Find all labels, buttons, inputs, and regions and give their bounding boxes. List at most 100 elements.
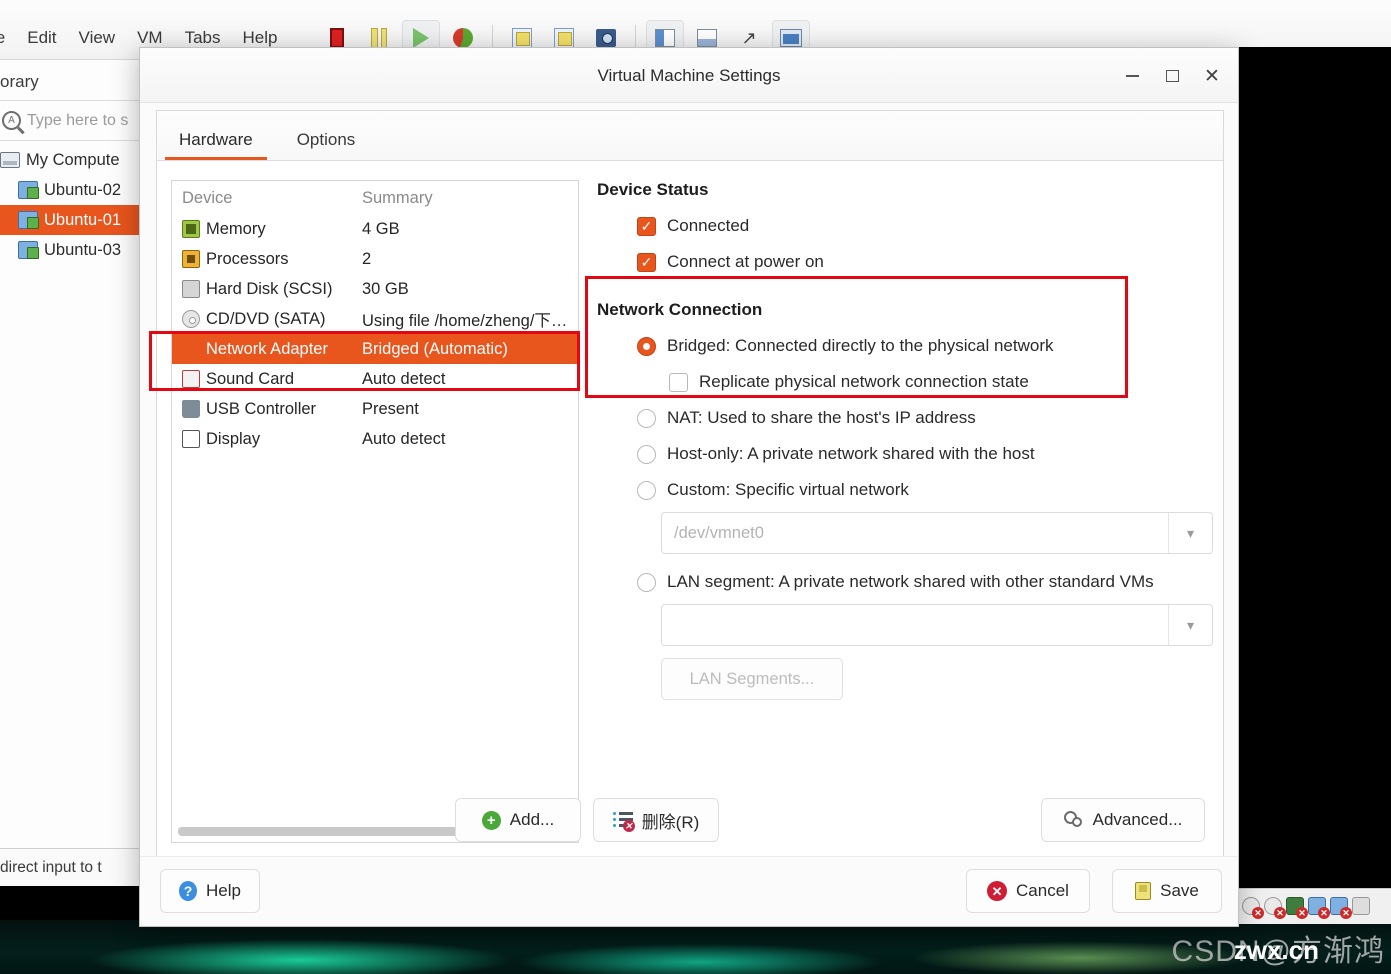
table-row[interactable]: Hard Disk (SCSI) 30 GB (172, 274, 578, 304)
radio-label: Host-only: A private network shared with… (667, 444, 1035, 463)
save-button-label: Save (1160, 881, 1199, 900)
dialog-content-panel: Hardware Options Device Summary Memory 4… (156, 110, 1224, 857)
table-row[interactable]: USB Controller Present (172, 394, 578, 424)
device-summary: Auto detect (362, 429, 446, 448)
cancel-button[interactable]: ✕ Cancel (966, 869, 1090, 913)
checkbox-connect-at-power-on[interactable]: ✓ Connect at power on (597, 244, 1205, 280)
table-row[interactable]: Display Auto detect (172, 424, 578, 454)
menu-item-tabs[interactable]: Tabs (185, 28, 221, 48)
checkbox-icon (669, 372, 688, 392)
my-computer-icon (0, 152, 20, 168)
radio-custom[interactable]: Custom: Specific virtual network (597, 472, 1205, 508)
tree-item-ubuntu-02[interactable]: Ubuntu-02 (0, 175, 149, 205)
device-name: USB Controller (206, 399, 317, 418)
hard-disk-icon (182, 280, 200, 298)
checkbox-label: Replicate physical network connection st… (699, 372, 1029, 391)
device-name: Processors (206, 249, 289, 268)
save-button[interactable]: Save (1112, 869, 1222, 913)
checkbox-icon: ✓ (637, 216, 656, 236)
table-row[interactable]: Sound Card Auto detect (172, 364, 578, 394)
advanced-button[interactable]: Advanced... (1041, 798, 1205, 842)
device-summary: Bridged (Automatic) (362, 339, 508, 358)
usb-status-icon-2[interactable]: ✕ (1330, 896, 1352, 919)
tree-item-label: My Compute (26, 150, 120, 169)
device-summary: 30 GB (362, 279, 409, 298)
usb-status-icon[interactable]: ✕ (1308, 896, 1330, 919)
library-search[interactable]: A Type here to s (0, 101, 149, 140)
cd-dvd-icon (182, 310, 200, 328)
lan-segments-button[interactable]: LAN Segments... (661, 658, 843, 700)
host-menu: le Edit View VM Tabs Help (0, 28, 277, 48)
printer-status-icon[interactable] (1352, 896, 1372, 917)
radio-label: LAN segment: A private network shared wi… (667, 572, 1154, 591)
menu-item-view[interactable]: View (79, 28, 116, 48)
tab-options[interactable]: Options (275, 131, 378, 160)
memory-icon (182, 220, 200, 238)
remove-button[interactable]: ✕ 删除(R) (593, 798, 719, 842)
dialog-footer: ? Help ✕ Cancel Save (140, 856, 1238, 926)
radio-lan-segment[interactable]: LAN segment: A private network shared wi… (597, 564, 1205, 600)
network-connection-title: Network Connection (597, 300, 763, 319)
dialog-title: Virtual Machine Settings (597, 66, 781, 85)
menu-item-file[interactable]: le (0, 28, 5, 48)
library-tree: My Compute Ubuntu-02 Ubuntu-01 Ubuntu-03 (0, 141, 149, 265)
device-summary: 2 (362, 249, 372, 268)
maximize-icon[interactable] (1154, 60, 1190, 92)
checkbox-replicate-physical-state[interactable]: Replicate physical network connection st… (597, 364, 1205, 400)
close-icon[interactable]: ✕ (1194, 60, 1230, 92)
help-button[interactable]: ? Help (160, 869, 260, 913)
checkbox-connected[interactable]: ✓ Connected (597, 208, 1205, 244)
menu-item-vm[interactable]: VM (137, 28, 163, 48)
radio-icon (637, 480, 656, 500)
sound-card-icon (182, 370, 200, 388)
device-summary: Using file /home/zheng/下… (362, 312, 568, 330)
dialog-body: Device Summary Memory 4 GB Processors 2 … (157, 162, 1223, 856)
table-row[interactable]: Processors 2 (172, 244, 578, 274)
device-list-header: Device Summary (172, 181, 578, 214)
search-input[interactable]: Type here to s (27, 112, 128, 130)
radio-host-only[interactable]: Host-only: A private network shared with… (597, 436, 1205, 472)
network-status-icon[interactable]: ✕ (1286, 896, 1308, 919)
watermark-overlay: zwx.cn (1233, 935, 1319, 965)
device-actions: + Add... ✕ 删除(R) Advanced... (157, 796, 1223, 842)
menu-item-help[interactable]: Help (243, 28, 278, 48)
device-name: Display (206, 429, 261, 448)
custom-network-select[interactable]: /dev/vmnet0 ▾ (661, 512, 1213, 554)
table-row-network-adapter[interactable]: Network Adapter Bridged (Automatic) (172, 334, 578, 364)
cd-dvd-status-icon[interactable]: ✕ (1264, 896, 1286, 919)
device-summary: Auto detect (362, 369, 446, 388)
device-name: Hard Disk (SCSI) (206, 279, 333, 298)
radio-label: Custom: Specific virtual network (667, 480, 909, 499)
tree-item-my-computer[interactable]: My Compute (0, 145, 149, 175)
device-list[interactable]: Device Summary Memory 4 GB Processors 2 … (171, 180, 579, 843)
remove-icon: ✕ (612, 811, 635, 832)
radio-icon (637, 408, 656, 428)
dialog-tabs: Hardware Options (157, 111, 1223, 161)
minimize-icon[interactable] (1114, 60, 1150, 92)
menu-item-edit[interactable]: Edit (27, 28, 56, 48)
usb-controller-icon (182, 400, 200, 418)
add-button[interactable]: + Add... (455, 798, 581, 842)
tab-hardware[interactable]: Hardware (157, 131, 275, 160)
table-row[interactable]: CD/DVD (SATA) Using file /home/zheng/下… (172, 304, 578, 334)
tree-item-ubuntu-01[interactable]: Ubuntu-01 (0, 205, 149, 235)
radio-icon (637, 444, 656, 464)
table-row[interactable]: Memory 4 GB (172, 214, 578, 244)
radio-bridged[interactable]: Bridged: Connected directly to the physi… (597, 328, 1205, 364)
screen: le Edit View VM Tabs Help ↗ orary (0, 0, 1391, 974)
cancel-button-label: Cancel (1016, 881, 1069, 900)
device-name: CD/DVD (SATA) (206, 309, 326, 328)
checkbox-label: Connect at power on (667, 252, 824, 271)
radio-nat[interactable]: NAT: Used to share the host's IP address (597, 400, 1205, 436)
window-controls: ✕ (1114, 60, 1230, 92)
checkbox-label: Connected (667, 216, 750, 235)
device-name: Memory (206, 219, 266, 238)
chevron-down-icon[interactable]: ▾ (1168, 605, 1212, 645)
hard-disk-status-icon[interactable]: ✕ (1242, 896, 1264, 919)
remove-button-label: 删除(R) (641, 812, 700, 832)
search-icon: A (2, 111, 21, 130)
chevron-down-icon[interactable]: ▾ (1168, 513, 1212, 553)
lan-segment-select[interactable]: ▾ (661, 604, 1213, 646)
processor-icon (182, 250, 200, 268)
tree-item-ubuntu-03[interactable]: Ubuntu-03 (0, 235, 149, 265)
